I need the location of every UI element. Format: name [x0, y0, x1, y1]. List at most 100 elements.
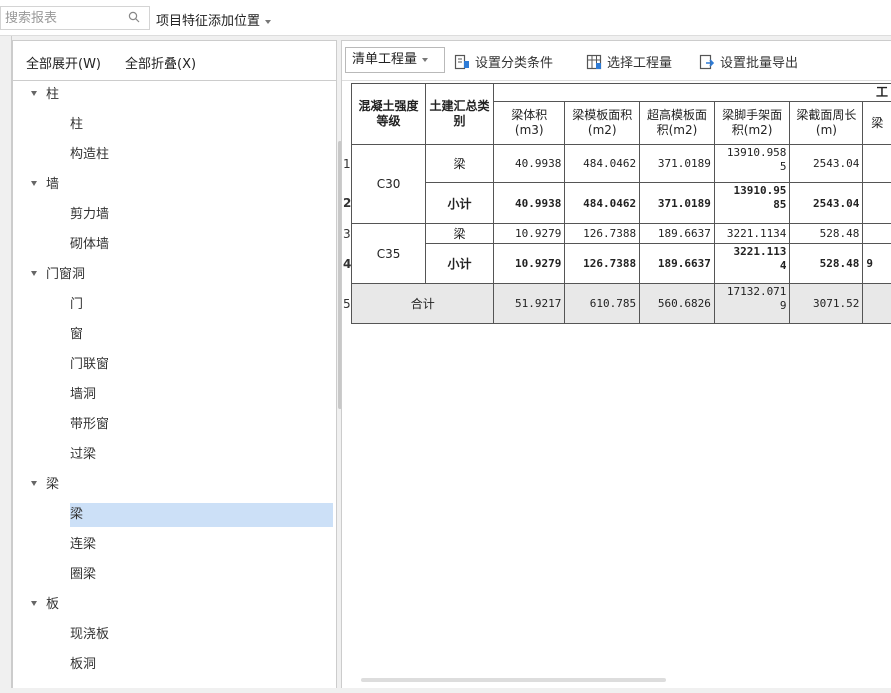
- category-condition-icon: [454, 54, 469, 69]
- expand-all-button[interactable]: 全部展开(W): [26, 53, 101, 72]
- tree-item[interactable]: 砌体墙: [70, 233, 320, 257]
- value-cell[interactable]: 40.9938: [493, 182, 566, 224]
- value-cell[interactable]: 484.0462: [564, 144, 641, 183]
- set-category-button[interactable]: 设置分类条件: [454, 52, 553, 71]
- value-cell[interactable]: 610.785: [564, 283, 641, 324]
- value-cell[interactable]: 3071.52: [789, 283, 864, 324]
- tree-group[interactable]: 柱: [31, 83, 59, 107]
- value-cell[interactable]: 3221.113 4: [713, 243, 791, 284]
- total-label[interactable]: 合计: [351, 283, 495, 324]
- tree-item[interactable]: 柱: [70, 113, 320, 137]
- tree-item-label: 柱: [46, 87, 60, 102]
- expand-triangle-icon[interactable]: [31, 481, 37, 486]
- value-cell[interactable]: 51.9217: [493, 283, 566, 324]
- category-cell[interactable]: 小计: [424, 182, 495, 224]
- expand-triangle-icon[interactable]: [31, 271, 37, 276]
- grade-cell[interactable]: C35: [351, 223, 426, 284]
- tree-item[interactable]: 现浇板: [70, 623, 320, 647]
- position-menu-label: 项目特征添加位置: [156, 14, 261, 29]
- search-input[interactable]: [1, 7, 121, 29]
- tree-item[interactable]: 圈梁: [70, 563, 320, 587]
- tree-item[interactable]: 板洞: [70, 653, 320, 677]
- value-cell[interactable]: 2543.04: [789, 182, 864, 224]
- tree-item-selected[interactable]: 梁: [70, 503, 333, 527]
- table-row[interactable]: 1 C30 梁 40.9938 484.0462 371.0189 13910.…: [342, 144, 891, 224]
- value-cell[interactable]: 126.7388: [564, 223, 641, 244]
- total-row[interactable]: 5 合计 51.9217 610.785 560.6826 17132.071 …: [342, 283, 891, 324]
- value-cell[interactable]: 189.6637: [639, 223, 715, 244]
- value-cell[interactable]: 2543.04: [789, 144, 864, 183]
- value-cell[interactable]: 560.6826: [639, 283, 715, 324]
- grid-horizontal-scrollbar[interactable]: [361, 678, 666, 682]
- collapse-all-button[interactable]: 全部折叠(X): [125, 53, 196, 72]
- header-grade[interactable]: 混凝土强度等级: [351, 83, 426, 145]
- search-icon[interactable]: [128, 11, 140, 23]
- expand-triangle-icon[interactable]: [31, 181, 37, 186]
- category-cell[interactable]: 梁: [424, 144, 495, 183]
- value-cell[interactable]: 13910.958 5: [713, 144, 791, 183]
- tree-group[interactable]: 梁: [31, 473, 59, 497]
- tree-item-label: 窗: [70, 327, 84, 342]
- value-cell[interactable]: 371.0189: [639, 182, 715, 224]
- tree-item[interactable]: 构造柱: [70, 143, 320, 167]
- tree-item-label: 连梁: [70, 537, 97, 552]
- value-cell[interactable]: 528.48: [789, 223, 864, 244]
- chevron-down-icon: [265, 19, 272, 24]
- report-grid: 混凝土强度等级 土建汇总类别 工 梁体积(m3) 梁模板面积(m2) 超高模板面…: [342, 83, 891, 324]
- expand-collapse-row: 全部展开(W) 全部折叠(X): [13, 41, 336, 81]
- bottom-edge: [0, 688, 891, 693]
- tree-item-label: 过梁: [70, 447, 97, 462]
- value-cell[interactable]: 189.6637: [639, 243, 715, 284]
- value-cell[interactable]: 13910.95 85: [713, 182, 791, 224]
- report-content-panel: 清单工程量 设置分类条件 选择工程量 设置批量导出 混凝土强度等级 土建汇总类别…: [341, 40, 891, 690]
- tree-item[interactable]: 门联窗: [70, 353, 320, 377]
- tree-item-label: 梁: [46, 477, 60, 492]
- value-cell[interactable]: 40.9938: [493, 144, 566, 183]
- value-cell[interactable]: 17132.071 9: [713, 283, 791, 324]
- header-beam-volume[interactable]: 梁体积(m3): [493, 101, 566, 145]
- header-extra[interactable]: 梁: [862, 101, 891, 145]
- search-box[interactable]: [0, 6, 150, 30]
- tree-item-label: 构造柱: [70, 147, 110, 162]
- category-cell[interactable]: 梁: [424, 223, 495, 244]
- tree-group[interactable]: 门窗洞: [31, 263, 85, 287]
- value-cell[interactable]: 9: [862, 243, 891, 284]
- quantity-type-label: 清单工程量: [352, 52, 418, 67]
- header-category[interactable]: 土建汇总类别: [424, 83, 495, 145]
- tree-item[interactable]: 剪力墙: [70, 203, 320, 227]
- value-cell[interactable]: 371.0189: [639, 144, 715, 183]
- table-row[interactable]: 3 C35 梁 10.9279 126.7388 189.6637 3221.1…: [342, 223, 891, 284]
- tree-item[interactable]: 窗: [70, 323, 320, 347]
- tree-item[interactable]: 连梁: [70, 533, 320, 557]
- tree-item[interactable]: 墙洞: [70, 383, 320, 407]
- value-cell[interactable]: 126.7388: [564, 243, 641, 284]
- tree-item-label: 柱: [70, 117, 84, 132]
- header-perimeter[interactable]: 梁截面周长(m): [789, 101, 864, 145]
- table-row[interactable]: 4 小计 10.9279 126.7388 189.6637 3221.113 …: [342, 243, 891, 284]
- tree-item[interactable]: 过梁: [70, 443, 320, 467]
- value-cell[interactable]: 528.48: [789, 243, 864, 284]
- tree-item[interactable]: 带形窗: [70, 413, 320, 437]
- chevron-down-icon: [422, 57, 429, 62]
- tree-group[interactable]: 板: [31, 593, 59, 617]
- quantity-type-select[interactable]: 清单工程量: [345, 47, 445, 73]
- table-row[interactable]: 2 小计 40.9938 484.0462 371.0189 13910.95 …: [342, 182, 891, 224]
- set-category-label: 设置分类条件: [475, 56, 554, 71]
- header-beam-formwork[interactable]: 梁模板面积(m2): [564, 101, 641, 145]
- expand-triangle-icon[interactable]: [31, 601, 37, 606]
- value-cell[interactable]: 10.9279: [493, 223, 566, 244]
- position-menu-button[interactable]: 项目特征添加位置: [156, 10, 272, 29]
- header-high-formwork[interactable]: 超高模板面积(m2): [639, 101, 715, 145]
- tree-item[interactable]: 门: [70, 293, 320, 317]
- grade-cell[interactable]: C30: [351, 144, 426, 224]
- tree-group[interactable]: 墙: [31, 173, 59, 197]
- select-quantity-button[interactable]: 选择工程量: [586, 52, 672, 71]
- value-cell[interactable]: 10.9279: [493, 243, 566, 284]
- value-cell[interactable]: 484.0462: [564, 182, 641, 224]
- tree-item-label: 板洞: [70, 657, 97, 672]
- expand-triangle-icon[interactable]: [31, 91, 37, 96]
- set-batch-export-button[interactable]: 设置批量导出: [699, 52, 798, 71]
- value-cell[interactable]: 3221.1134: [713, 223, 791, 244]
- header-scaffold[interactable]: 梁脚手架面积(m2): [713, 101, 791, 145]
- category-cell[interactable]: 小计: [424, 243, 495, 284]
